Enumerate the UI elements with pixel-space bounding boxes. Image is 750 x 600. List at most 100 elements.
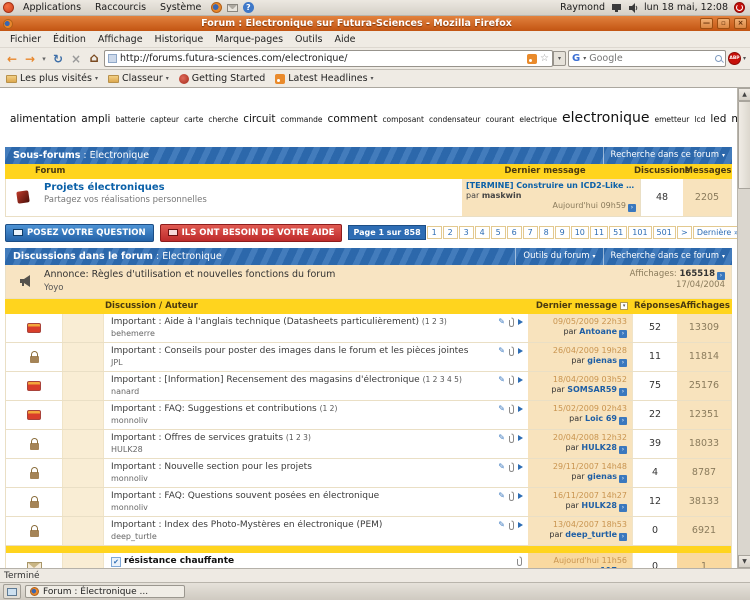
panel-menu-systeme[interactable]: Système [155, 2, 206, 13]
last-post-user[interactable]: HULK28 [581, 443, 617, 452]
col-discussion-auteur[interactable]: Discussion / Auteur [5, 301, 530, 311]
bookmark-star-icon[interactable]: ☆ [540, 53, 549, 64]
thread-author[interactable]: nanard [111, 387, 468, 396]
goto-last-post-icon[interactable]: › [619, 329, 627, 338]
goto-first-unread-icon[interactable] [518, 405, 523, 412]
firefox-launcher-icon[interactable] [210, 2, 222, 14]
tag-link[interactable]: circuit [243, 113, 275, 125]
url-bar[interactable]: ☆ [104, 50, 553, 67]
forum-tools-menu[interactable]: Outils du forum ▾ [515, 247, 602, 265]
help-launcher-icon[interactable]: ? [242, 2, 254, 14]
thread-author[interactable]: HULK28 [111, 445, 468, 454]
volume-icon[interactable] [628, 2, 638, 13]
google-engine-icon[interactable]: G [572, 53, 580, 64]
need-help-button[interactable]: ILS ONT BESOIN DE VOTRE AIDE [159, 223, 343, 242]
last-post-user[interactable]: maskwin [482, 191, 522, 200]
maximize-button[interactable]: ▫ [717, 18, 730, 29]
adblock-plus-icon[interactable]: ABP [727, 52, 741, 65]
stop-button[interactable]: × [68, 51, 84, 67]
page-link[interactable]: 2 [442, 226, 458, 239]
panel-menu-raccourcis[interactable]: Raccourcis [90, 2, 151, 13]
tag-link[interactable]: condensateur [429, 115, 481, 124]
tag-link[interactable]: electronique [562, 110, 649, 126]
bookmark-most-visited[interactable]: Les plus visités ▾ [6, 73, 98, 84]
menubar-item[interactable]: Marque-pages [209, 34, 289, 45]
menubar-item[interactable]: Aide [328, 34, 361, 45]
reload-button[interactable]: ↻ [50, 51, 66, 67]
thread-title-link[interactable]: Important : Index des Photo-Mystères en … [111, 520, 382, 530]
page-link[interactable]: 3 [458, 226, 474, 239]
thread-author[interactable]: JPL [111, 358, 468, 367]
tag-link[interactable]: carte [184, 115, 203, 124]
mail-launcher-icon[interactable] [226, 2, 238, 14]
goto-last-post-icon[interactable]: › [628, 203, 636, 212]
thread-pages[interactable]: 1 2 [320, 404, 338, 413]
col-affichages[interactable]: Affichages [678, 301, 732, 311]
goto-first-unread-icon[interactable] [518, 318, 523, 325]
scrollbar-thumb[interactable] [738, 101, 750, 189]
search-engine-dropdown-icon[interactable]: ▾ [583, 55, 586, 62]
goto-first-unread-icon[interactable] [518, 521, 523, 528]
page-link[interactable]: 9 [554, 226, 570, 239]
subforums-search-menu[interactable]: Recherche dans ce forum ▾ [602, 146, 732, 164]
goto-first-unread-icon[interactable] [518, 434, 523, 441]
rss-feed-icon[interactable] [527, 53, 538, 64]
panel-username[interactable]: Raymond [560, 2, 605, 13]
menubar-item[interactable]: Outils [289, 34, 328, 45]
thread-author[interactable]: deep_turtle [111, 532, 468, 541]
goto-last-post-icon[interactable]: › [619, 387, 627, 396]
tag-link[interactable]: electrique [519, 115, 557, 124]
minimize-button[interactable]: — [700, 18, 713, 29]
thread-title-link[interactable]: Important : Aide à l'anglais technique (… [111, 317, 419, 327]
thread-author[interactable]: monnoliv [111, 416, 468, 425]
ubuntu-logo-icon[interactable] [3, 2, 14, 13]
page-link[interactable]: 5 [490, 226, 506, 239]
page-link[interactable]: > [676, 226, 692, 239]
forward-button[interactable]: → [22, 51, 38, 67]
thread-title-link[interactable]: résistance chauffante [124, 556, 234, 566]
thread-title-link[interactable]: Important : FAQ: Suggestions et contribu… [111, 404, 317, 414]
forum-search-menu[interactable]: Recherche dans ce forum ▾ [602, 247, 732, 265]
thread-pages[interactable]: 1 2 3 4 5 [423, 375, 462, 384]
goto-first-unread-icon[interactable] [518, 376, 523, 383]
thread-title-link[interactable]: Important : FAQ: Questions souvent posée… [111, 491, 379, 501]
tag-link[interactable]: capteur [150, 115, 179, 124]
page-link[interactable]: 8 [538, 226, 554, 239]
goto-first-unread-icon[interactable] [518, 492, 523, 499]
page-link[interactable]: Dernière » [692, 226, 737, 239]
tag-link[interactable]: batterie [115, 115, 145, 124]
scroll-down-icon[interactable]: ▼ [738, 555, 750, 568]
last-post-user[interactable]: deep_turtle [565, 530, 617, 539]
tag-link[interactable]: commande [280, 115, 322, 124]
page-link[interactable]: 7 [522, 226, 538, 239]
page-link[interactable]: 501 [652, 226, 676, 239]
url-input[interactable] [120, 53, 525, 64]
page-link[interactable]: 51 [609, 226, 628, 239]
page-link[interactable]: 11 [589, 226, 609, 239]
goto-last-post-icon[interactable]: › [619, 532, 627, 541]
page-link[interactable]: 4 [474, 226, 490, 239]
goto-announcement-icon[interactable]: › [717, 271, 725, 280]
thread-author[interactable]: behemerre [111, 329, 468, 338]
bookmark-classeur[interactable]: Classeur ▾ [108, 73, 169, 84]
search-input[interactable] [589, 53, 712, 64]
thread-title-link[interactable]: Important : Conseils pour poster des ima… [111, 346, 468, 356]
display-icon[interactable] [611, 3, 622, 13]
menubar-item[interactable]: Affichage [92, 34, 149, 45]
thread-pages[interactable]: 1 2 3 [286, 433, 311, 442]
page-link[interactable]: 1 [426, 226, 442, 239]
tag-link[interactable]: courant [486, 115, 515, 124]
search-bar[interactable]: G ▾ [567, 50, 726, 67]
last-post-link[interactable]: [TERMINE] Construire un ICD2-Like USB [M… [466, 181, 636, 191]
last-post-user[interactable]: SOMSAR59 [567, 385, 617, 394]
thread-author[interactable]: monnoliv [111, 474, 468, 483]
scroll-up-icon[interactable]: ▲ [738, 88, 750, 101]
panel-clock[interactable]: lun 18 mai, 12:08 [644, 2, 728, 13]
last-post-user[interactable]: gienas [587, 356, 617, 365]
thread-title-link[interactable]: Important : Offres de services gratuits [111, 433, 283, 443]
last-post-user[interactable]: Loic 69 [585, 414, 617, 423]
tag-link[interactable]: alimentation [10, 113, 76, 125]
col-reponses[interactable]: Réponses [634, 301, 680, 311]
post-question-button[interactable]: POSEZ VOTRE QUESTION [5, 223, 154, 242]
last-post-user[interactable]: gienas [587, 472, 617, 481]
